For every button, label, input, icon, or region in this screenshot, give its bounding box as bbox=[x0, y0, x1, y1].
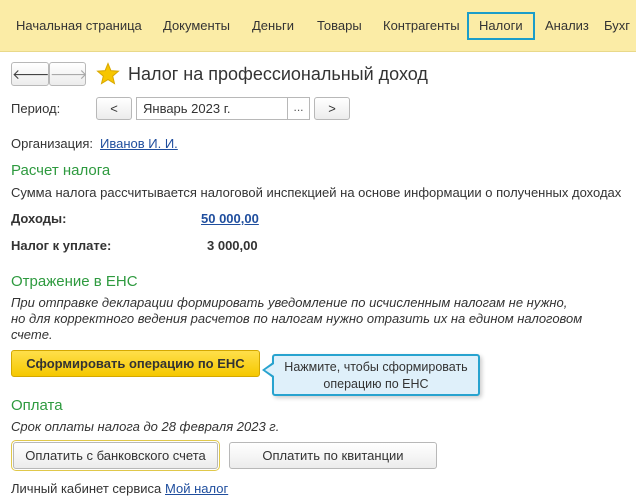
ens-tooltip: Нажмите, чтобы сформировать операцию по … bbox=[272, 354, 480, 396]
period-picker-button[interactable]: ... bbox=[288, 97, 310, 120]
organization-link[interactable]: Иванов И. И. bbox=[100, 136, 178, 151]
menu-item-taxes[interactable]: Налоги bbox=[467, 12, 535, 40]
tax-due-label: Налог к уплате: bbox=[11, 238, 112, 253]
period-label: Период: bbox=[11, 101, 61, 116]
ens-title: Отражение в ЕНС bbox=[11, 273, 138, 290]
arrow-right-icon: 🡒 bbox=[50, 66, 88, 82]
ens-note-line3: счете. bbox=[11, 327, 53, 342]
page-title: Налог на профессиональный доход bbox=[128, 64, 428, 84]
create-ens-operation-button[interactable]: Сформировать операцию по ЕНС bbox=[11, 350, 260, 377]
top-menu: Начальная страница Документы Деньги Това… bbox=[0, 0, 636, 52]
period-input[interactable]: Январь 2023 г. bbox=[136, 97, 288, 120]
organization-label: Организация: bbox=[11, 136, 94, 151]
footer-label: Личный кабинет сервиса bbox=[11, 481, 162, 496]
menu-item-documents[interactable]: Документы bbox=[163, 13, 230, 41]
income-value-link[interactable]: 50 000,00 bbox=[201, 211, 259, 226]
menu-item-goods[interactable]: Товары bbox=[317, 13, 362, 41]
tooltip-arrow-inner bbox=[265, 364, 274, 376]
payment-deadline: Срок оплаты налога до 28 февраля 2023 г. bbox=[11, 419, 280, 434]
favorite-star-icon[interactable] bbox=[96, 62, 120, 86]
tooltip-line1: Нажмите, чтобы сформировать bbox=[284, 360, 468, 374]
my-tax-link[interactable]: Мой налог bbox=[165, 481, 228, 496]
ens-note-line2: но для корректного ведения расчетов по н… bbox=[11, 311, 583, 326]
ens-note-line1: При отправке декларации формировать увед… bbox=[11, 295, 568, 310]
menu-item-counterparties[interactable]: Контрагенты bbox=[383, 13, 460, 41]
payment-title: Оплата bbox=[11, 397, 63, 414]
pay-from-bank-button[interactable]: Оплатить с банковского счета bbox=[11, 440, 220, 471]
period-prev-button[interactable]: < bbox=[96, 97, 132, 120]
back-button[interactable]: 🡐 bbox=[11, 62, 50, 86]
tax-calc-description: Сумма налога рассчитывается налоговой ин… bbox=[11, 185, 622, 200]
menu-item-accounting[interactable]: Бухг bbox=[604, 13, 630, 41]
menu-item-money[interactable]: Деньги bbox=[252, 13, 294, 41]
tooltip-line2: операцию по ЕНС bbox=[323, 377, 429, 391]
pay-by-receipt-button[interactable]: Оплатить по квитанции bbox=[229, 442, 437, 469]
tax-due-value: 3 000,00 bbox=[207, 238, 258, 253]
period-next-button[interactable]: > bbox=[314, 97, 350, 120]
menu-item-home[interactable]: Начальная страница bbox=[16, 13, 142, 41]
tax-calc-title: Расчет налога bbox=[11, 162, 111, 179]
menu-item-analysis[interactable]: Анализ bbox=[545, 13, 589, 41]
arrow-left-icon: 🡐 bbox=[12, 66, 50, 82]
income-label: Доходы: bbox=[11, 211, 67, 226]
forward-button[interactable]: 🡒 bbox=[49, 62, 88, 86]
